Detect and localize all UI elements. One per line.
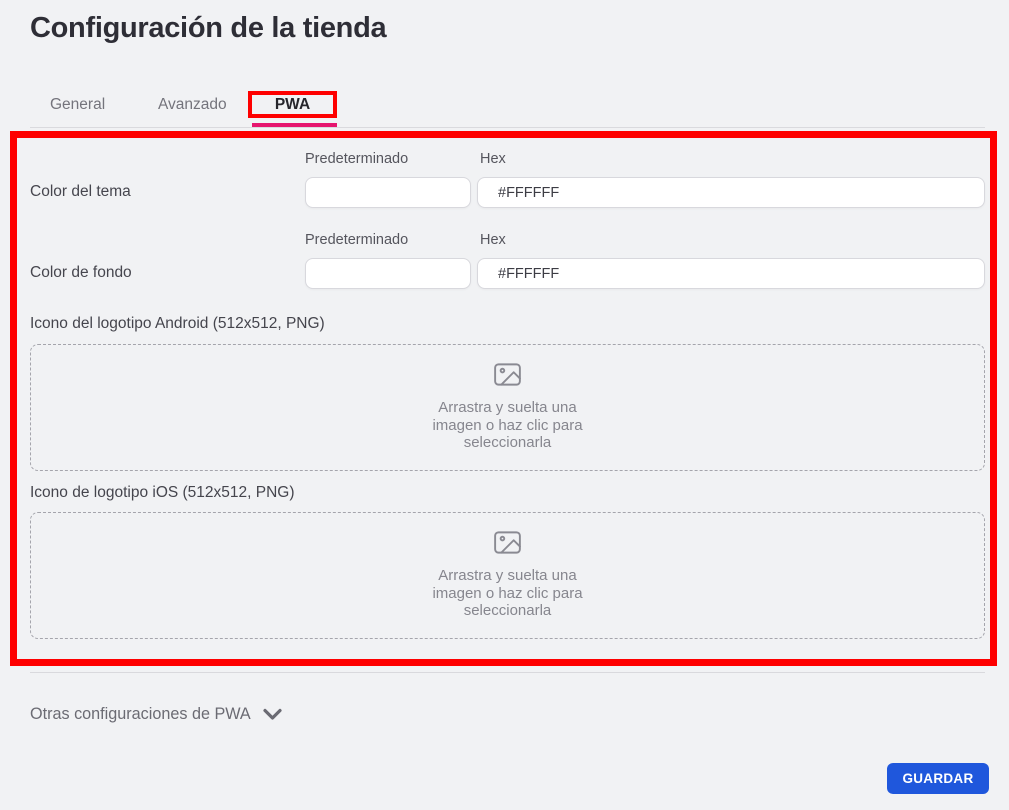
dropzone-instruction: Arrastra y suelta una imagen o haz clic … xyxy=(423,567,593,620)
image-icon xyxy=(494,363,521,391)
dropzone-instruction: Arrastra y suelta una imagen o haz clic … xyxy=(423,399,593,452)
background-default-input[interactable] xyxy=(305,258,471,289)
pwa-tab-annotation-box: PWA xyxy=(248,91,337,118)
page-title: Configuración de la tienda xyxy=(30,12,386,45)
theme-hex-label: Hex xyxy=(480,151,506,167)
chevron-down-icon xyxy=(263,708,282,721)
background-hex-label: Hex xyxy=(480,232,506,248)
save-button[interactable]: GUARDAR xyxy=(887,763,989,794)
store-settings-page: Configuración de la tienda General Avanz… xyxy=(0,0,1009,810)
tab-pwa[interactable]: PWA xyxy=(275,96,310,114)
tabs-divider xyxy=(30,127,985,128)
footer-divider xyxy=(30,672,985,673)
background-hex-input[interactable] xyxy=(477,258,985,289)
image-icon xyxy=(494,531,521,559)
ios-icon-dropzone[interactable]: Arrastra y suelta una imagen o haz clic … xyxy=(30,512,985,639)
background-default-label: Predeterminado xyxy=(305,232,408,248)
theme-hex-input[interactable] xyxy=(477,177,985,208)
theme-default-input[interactable] xyxy=(305,177,471,208)
other-pwa-settings-toggle[interactable]: Otras configuraciones de PWA xyxy=(30,705,282,724)
theme-default-label: Predeterminado xyxy=(305,151,408,167)
android-icon-dropzone[interactable]: Arrastra y suelta una imagen o haz clic … xyxy=(30,344,985,471)
tab-general[interactable]: General xyxy=(50,96,105,114)
android-icon-heading: Icono del logotipo Android (512x512, PNG… xyxy=(30,315,325,333)
ios-icon-heading: Icono de logotipo iOS (512x512, PNG) xyxy=(30,484,295,502)
theme-color-label: Color del tema xyxy=(30,183,131,201)
other-pwa-settings-label: Otras configuraciones de PWA xyxy=(30,705,251,724)
background-color-label: Color de fondo xyxy=(30,264,132,282)
tab-avanzado[interactable]: Avanzado xyxy=(158,96,227,114)
